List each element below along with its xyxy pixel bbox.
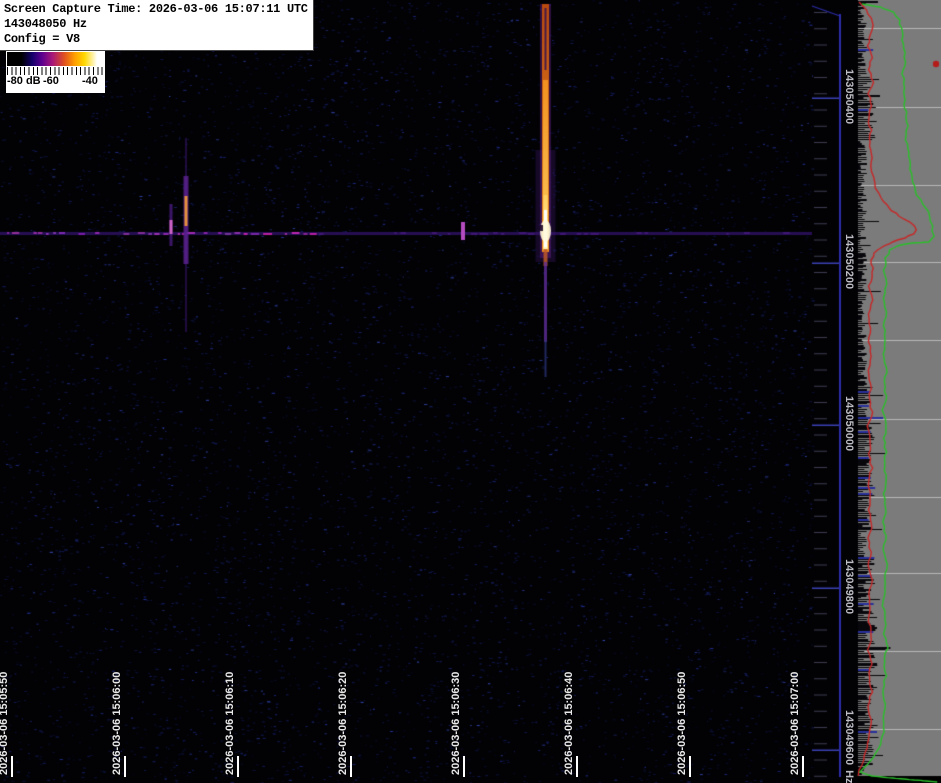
time-label: 2026-03-06 15:07:00 — [789, 671, 801, 775]
time-label: 2026-03-06 15:06:20 — [337, 671, 349, 775]
config-text: Config = V8 — [4, 32, 80, 46]
time-label: 2026-03-06 15:06:50 — [676, 671, 688, 775]
colorbar-label-mid: -60 — [43, 75, 59, 87]
time-tick — [802, 756, 804, 777]
time-tick — [576, 756, 578, 777]
colorbar-tick-ruler — [7, 67, 104, 75]
freq-label: 143049800 — [843, 559, 855, 615]
freq-label: 143050400 — [843, 69, 855, 125]
time-tick — [689, 756, 691, 777]
capture-time-text: Screen Capture Time: 2026-03-06 15:07:11… — [4, 2, 308, 16]
capture-info-panel: Screen Capture Time: 2026-03-06 15:07:11… — [0, 0, 314, 51]
time-tick — [237, 756, 239, 777]
colorbar-gradient — [7, 52, 104, 66]
freq-unit: Hz — [843, 770, 855, 783]
freq-label-value: 143049600 — [843, 710, 855, 766]
time-tick — [11, 756, 13, 777]
intensity-colorbar: -80 dB -60 -40 — [6, 51, 105, 93]
time-label: 2026-03-06 15:06:10 — [224, 671, 236, 775]
time-label: 2026-03-06 15:05:50 — [0, 671, 10, 775]
time-tick — [463, 756, 465, 777]
colorbar-label-max: -40 — [82, 75, 98, 87]
freq-label: 143050200 — [843, 234, 855, 290]
center-frequency-text: 143048050 Hz — [4, 17, 87, 31]
time-label: 2026-03-06 15:06:40 — [563, 671, 575, 775]
time-label: 2026-03-06 15:06:30 — [450, 671, 462, 775]
time-tick — [350, 756, 352, 777]
spectrogram-screen-capture: Screen Capture Time: 2026-03-06 15:07:11… — [0, 0, 941, 783]
freq-label: 143050000 — [843, 396, 855, 452]
time-tick — [124, 756, 126, 777]
time-label: 2026-03-06 15:06:00 — [111, 671, 123, 775]
colorbar-labels: -80 dB -60 -40 — [6, 75, 105, 90]
freq-label: 143049600 Hz — [842, 710, 855, 783]
waterfall-and-spectrum-canvas — [0, 0, 941, 783]
colorbar-label-min: -80 dB — [7, 75, 41, 87]
